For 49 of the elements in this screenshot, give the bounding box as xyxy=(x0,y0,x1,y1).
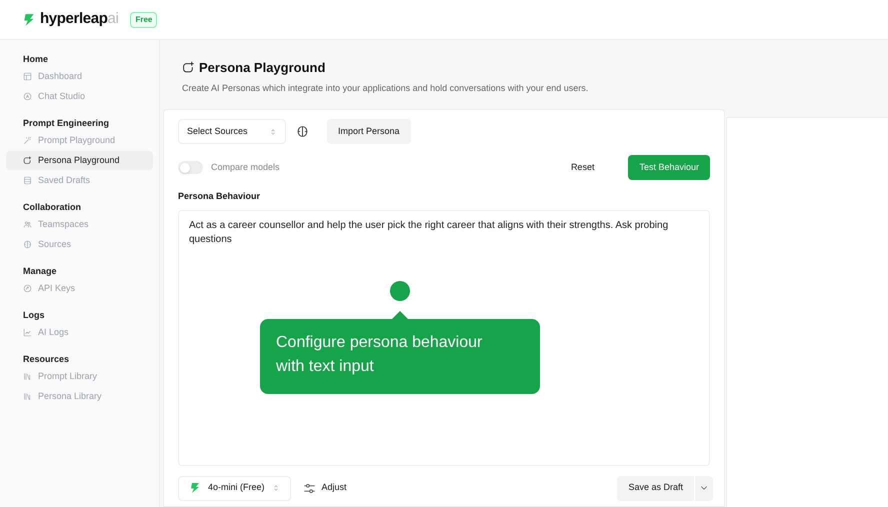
speech-bubble-icon xyxy=(23,156,32,165)
sidebar-section-title: Resources xyxy=(22,353,70,366)
page-subtitle: Create AI Personas which integrate into your applications and hold conversations with your end users. xyxy=(182,82,590,95)
import-persona-button[interactable]: Import Persona xyxy=(327,119,411,144)
sidebar-item[interactable]: Prompt Playground xyxy=(6,131,153,150)
sidebar-item[interactable]: Teamspaces xyxy=(6,215,153,234)
tooltip-text: Configure persona behaviour with text input xyxy=(276,333,484,377)
sliders-icon xyxy=(302,482,316,494)
team-icon xyxy=(23,220,32,229)
library-icon xyxy=(23,392,32,401)
drafts-icon xyxy=(23,176,32,185)
sidebar-section-title: Home xyxy=(22,53,50,66)
sidebar-item[interactable]: AI Logs xyxy=(6,323,153,342)
adjust-button[interactable]: Adjust xyxy=(302,476,347,500)
reset-button[interactable]: Reset xyxy=(564,155,600,180)
brand-name: hyperleapai xyxy=(40,9,118,30)
chart-icon xyxy=(23,328,32,337)
brain-icon xyxy=(23,240,32,249)
sidebar-item[interactable]: API Keys xyxy=(6,279,153,298)
plan-badge: Free xyxy=(130,12,158,28)
sidebar-section-title: Logs xyxy=(22,309,46,322)
test-behaviour-button[interactable]: Test Behaviour xyxy=(628,155,710,180)
wand-icon xyxy=(23,136,32,145)
sidebar-item[interactable]: Chat Studio xyxy=(6,87,153,106)
dashboard-icon xyxy=(23,72,32,81)
sidebar-item[interactable]: Sources xyxy=(6,235,153,254)
bolt-icon xyxy=(189,482,201,494)
model-select[interactable]: 4o-mini (Free) xyxy=(178,476,291,500)
chevron-updown-icon xyxy=(269,128,277,136)
sources-select[interactable]: Select Sources xyxy=(178,119,286,144)
field-label: Persona Behaviour xyxy=(178,190,262,203)
brain-icon[interactable] xyxy=(296,125,309,138)
sidebar-section-title: Manage xyxy=(22,265,58,278)
sidebar-section-title: Collaboration xyxy=(22,201,82,214)
sidebar-item[interactable]: Persona Library xyxy=(6,387,153,406)
sidebar-item[interactable]: Dashboard xyxy=(6,67,153,86)
chat-icon xyxy=(23,92,32,101)
sidebar-item[interactable]: Prompt Library xyxy=(6,367,153,386)
logo-icon xyxy=(22,12,36,26)
compare-toggle[interactable] xyxy=(178,161,203,174)
chevron-updown-icon xyxy=(272,484,280,492)
page-title: Persona Playground xyxy=(199,59,326,77)
sidebar-section-title: Prompt Engineering xyxy=(22,117,110,130)
library-icon xyxy=(23,372,32,381)
sidebar-item[interactable]: Saved Drafts xyxy=(6,171,153,190)
key-icon xyxy=(23,284,32,293)
sidebar-item[interactable]: Persona Playground xyxy=(6,151,153,170)
compare-models-label: Compare models xyxy=(211,160,280,174)
speech-bubble-icon xyxy=(182,61,195,74)
